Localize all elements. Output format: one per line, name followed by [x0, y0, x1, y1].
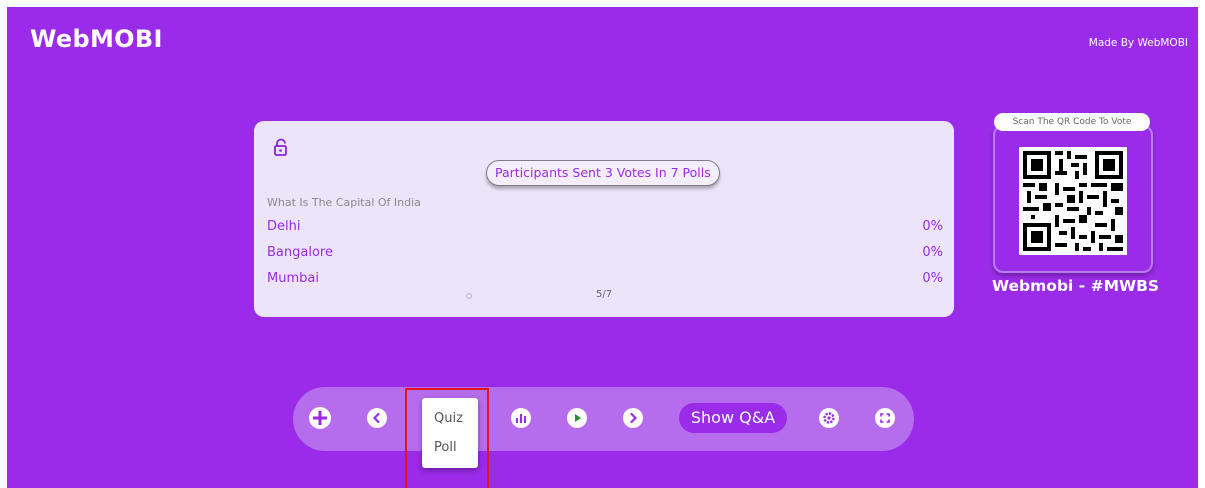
- bar-chart-icon[interactable]: [511, 408, 531, 428]
- brand-logo-text: WebMOBI: [30, 25, 163, 53]
- page-indicator: 5/7: [596, 289, 613, 300]
- poll-question: What Is The Capital Of India: [267, 196, 421, 209]
- presentation-stage: WebMOBI Made By WebMOBI Participants Sen…: [7, 7, 1198, 488]
- poll-option: Bangalore 0%: [267, 245, 943, 260]
- poll-option-label: Mumbai: [267, 271, 319, 286]
- event-name: Webmobi - #MWBS: [992, 277, 1160, 295]
- poll-option-percent: 0%: [922, 219, 943, 234]
- pagination-dot[interactable]: [466, 293, 472, 299]
- gear-icon[interactable]: [819, 408, 839, 428]
- poll-option-label: Delhi: [267, 219, 301, 234]
- made-by-label: Made By WebMOBI: [1088, 37, 1188, 49]
- poll-option-percent: 0%: [922, 271, 943, 286]
- poll-option: Mumbai 0%: [267, 271, 943, 286]
- chevron-left-icon[interactable]: [367, 408, 387, 428]
- show-qa-button[interactable]: Show Q&A: [679, 403, 787, 433]
- poll-card: Participants Sent 3 Votes In 7 Polls Wha…: [254, 121, 954, 317]
- qr-scan-label: Scan The QR Code To Vote: [994, 113, 1150, 131]
- highlight-box: [405, 388, 489, 488]
- votes-summary-badge: Participants Sent 3 Votes In 7 Polls: [486, 160, 720, 186]
- presenter-toolbar: Show Q&A: [293, 387, 914, 451]
- qr-code-image: [1019, 147, 1127, 255]
- play-icon[interactable]: [567, 408, 587, 428]
- poll-option: Delhi 0%: [267, 219, 943, 234]
- poll-option-label: Bangalore: [267, 245, 333, 260]
- poll-option-percent: 0%: [922, 245, 943, 260]
- chevron-right-icon[interactable]: [623, 408, 643, 428]
- plus-icon[interactable]: [309, 407, 331, 429]
- lock-open-icon[interactable]: [272, 138, 290, 156]
- fullscreen-icon[interactable]: [875, 408, 895, 428]
